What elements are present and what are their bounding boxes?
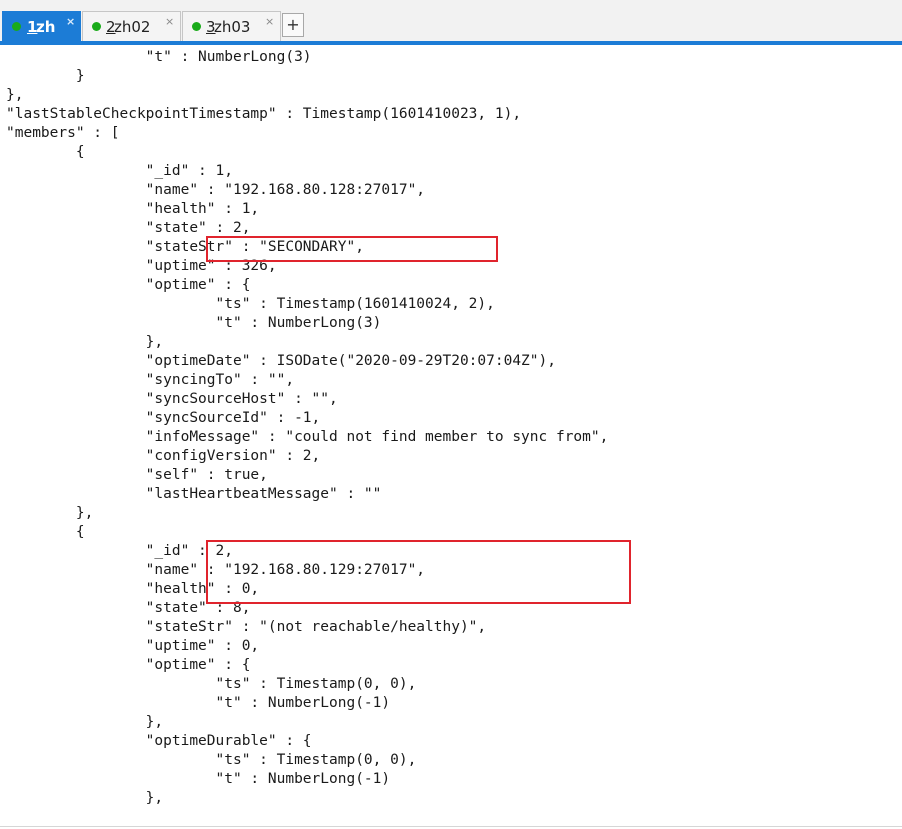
terminal-line: "infoMessage" : "could not find member t… bbox=[6, 429, 609, 445]
terminal-line: "t" : NumberLong(-1) bbox=[6, 695, 391, 711]
terminal-line: "ts" : Timestamp(0, 0), bbox=[6, 752, 417, 768]
terminal-line: "optimeDate" : ISODate("2020-09-29T20:07… bbox=[6, 353, 556, 369]
highlight-box-member-2 bbox=[206, 540, 631, 604]
close-tab-icon[interactable]: × bbox=[66, 15, 75, 28]
terminal-line: "t" : NumberLong(3) bbox=[6, 315, 382, 331]
add-tab-button[interactable]: + bbox=[282, 13, 304, 37]
terminal-line: "syncSourceId" : -1, bbox=[6, 410, 321, 426]
terminal-line: "lastStableCheckpointTimestamp" : Timest… bbox=[6, 106, 522, 122]
terminal-line: "health" : 1, bbox=[6, 201, 260, 217]
terminal-line: "self" : true, bbox=[6, 467, 268, 483]
terminal-line: }, bbox=[6, 334, 164, 350]
connected-status-icon bbox=[92, 22, 101, 31]
terminal-line: }, bbox=[6, 714, 164, 730]
terminal-bottom-border bbox=[0, 826, 902, 827]
terminal-line: "syncSourceHost" : "", bbox=[6, 391, 338, 407]
terminal-output[interactable]: "t" : NumberLong(3) } }, "lastStableChec… bbox=[0, 45, 902, 829]
terminal-line: { bbox=[6, 144, 85, 160]
terminal-line: }, bbox=[6, 87, 24, 103]
tab-session-1[interactable]: 1 zh × bbox=[2, 11, 81, 41]
terminal-line: "_id" : 1, bbox=[6, 163, 233, 179]
terminal-line: "optime" : { bbox=[6, 277, 251, 293]
terminal-line: { bbox=[6, 524, 85, 540]
tab-session-3[interactable]: 3 zh03 × bbox=[182, 11, 281, 41]
close-tab-icon[interactable]: × bbox=[165, 15, 174, 28]
terminal-line: "ts" : Timestamp(1601410024, 2), bbox=[6, 296, 495, 312]
terminal-line: "t" : NumberLong(3) bbox=[6, 49, 312, 65]
terminal-line: "optimeDurable" : { bbox=[6, 733, 312, 749]
terminal-line: "name" : "192.168.80.128:27017", bbox=[6, 182, 426, 198]
terminal-line: }, bbox=[6, 790, 164, 806]
terminal-line: "members" : [ bbox=[6, 125, 120, 141]
tab-label: zh bbox=[36, 18, 56, 36]
terminal-line: "syncingTo" : "", bbox=[6, 372, 295, 388]
highlight-box-statestr bbox=[206, 236, 498, 262]
tab-label: zh02 bbox=[114, 18, 151, 36]
terminal-line: "optime" : { bbox=[6, 657, 251, 673]
terminal-line: "configVersion" : 2, bbox=[6, 448, 321, 464]
terminal-line: "_id" : 2, bbox=[6, 543, 233, 559]
terminal-line: } bbox=[6, 68, 85, 84]
tab-bar: 1 zh × 2 zh02 × 3 zh03 × + bbox=[0, 0, 902, 45]
close-tab-icon[interactable]: × bbox=[265, 15, 274, 28]
tab-session-2[interactable]: 2 zh02 × bbox=[82, 11, 181, 41]
tab-label: zh03 bbox=[214, 18, 251, 36]
terminal-line: "ts" : Timestamp(0, 0), bbox=[6, 676, 417, 692]
terminal-line: "t" : NumberLong(-1) bbox=[6, 771, 391, 787]
connected-status-icon bbox=[12, 22, 21, 31]
terminal-line: "uptime" : 0, bbox=[6, 638, 260, 654]
terminal-line: }, bbox=[6, 505, 94, 521]
terminal-line: "stateStr" : "(not reachable/healthy)", bbox=[6, 619, 487, 635]
connected-status-icon bbox=[192, 22, 201, 31]
terminal-line: "lastHeartbeatMessage" : "" bbox=[6, 486, 382, 502]
